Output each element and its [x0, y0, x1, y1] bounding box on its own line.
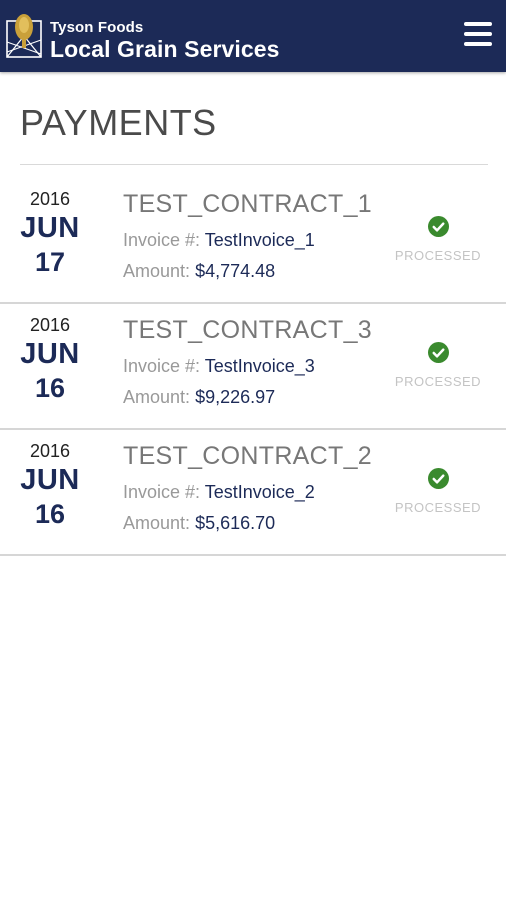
invoice-line: Invoice #: TestInvoice_2 — [123, 481, 372, 503]
status-label: PROCESSED — [394, 248, 482, 263]
payment-year: 2016 — [29, 315, 71, 335]
amount-line: Amount: $4,774.48 — [123, 260, 372, 282]
invoice-value: TestInvoice_2 — [204, 482, 315, 502]
payment-year: 2016 — [29, 189, 71, 209]
amount-label: Amount: — [123, 261, 191, 281]
amount-label: Amount: — [123, 513, 191, 533]
amount-value: $4,774.48 — [195, 261, 276, 281]
brand-name: Tyson Foods Local Grain Services — [50, 19, 280, 63]
payment-status: PROCESSED — [390, 216, 486, 263]
payment-row[interactable]: 2016 JUN 16 TEST_CONTRACT_2 Invoice #: T… — [0, 430, 506, 556]
contract-name: TEST_CONTRACT_3 — [123, 316, 372, 344]
amount-value: $9,226.97 — [195, 387, 276, 407]
payment-month: JUN — [20, 464, 80, 496]
contract-name: TEST_CONTRACT_1 — [123, 190, 372, 218]
invoice-label: Invoice #: — [123, 482, 201, 502]
status-label: PROCESSED — [394, 374, 482, 389]
brand-app-title: Local Grain Services — [50, 36, 280, 62]
check-circle-icon — [427, 216, 449, 237]
payment-date: 2016 JUN 17 — [0, 188, 100, 278]
brand-company: Tyson Foods — [50, 19, 144, 36]
page-title: PAYMENTS — [20, 102, 217, 143]
amount-line: Amount: $5,616.70 — [123, 512, 372, 534]
payment-day: 16 — [34, 499, 66, 529]
payment-month: JUN — [20, 338, 80, 370]
invoice-line: Invoice #: TestInvoice_1 — [123, 229, 372, 251]
invoice-label: Invoice #: — [123, 356, 201, 376]
invoice-label: Invoice #: — [123, 230, 201, 250]
payment-info: TEST_CONTRACT_3 Invoice #: TestInvoice_3… — [123, 314, 372, 408]
hamburger-menu-icon[interactable] — [464, 22, 492, 48]
app-header: Tyson Foods Local Grain Services — [0, 0, 506, 72]
app-root: Tyson Foods Local Grain Services PAYMENT… — [0, 0, 506, 900]
amount-value: $5,616.70 — [195, 513, 276, 533]
payment-day: 16 — [34, 373, 66, 403]
payment-month: JUN — [20, 212, 80, 244]
payment-list: 2016 JUN 17 TEST_CONTRACT_1 Invoice #: T… — [0, 178, 506, 556]
payment-year: 2016 — [29, 441, 71, 461]
payment-row[interactable]: 2016 JUN 17 TEST_CONTRACT_1 Invoice #: T… — [0, 178, 506, 304]
invoice-value: TestInvoice_3 — [204, 356, 315, 376]
payment-status: PROCESSED — [390, 468, 486, 515]
amount-line: Amount: $9,226.97 — [123, 386, 372, 408]
grain-logo-icon — [6, 14, 42, 58]
divider — [20, 164, 488, 165]
payment-row[interactable]: 2016 JUN 16 TEST_CONTRACT_3 Invoice #: T… — [0, 304, 506, 430]
payment-day: 17 — [34, 247, 66, 277]
contract-name: TEST_CONTRACT_2 — [123, 442, 372, 470]
check-circle-icon — [427, 468, 449, 489]
payment-info: TEST_CONTRACT_2 Invoice #: TestInvoice_2… — [123, 440, 372, 534]
status-label: PROCESSED — [394, 500, 482, 515]
payment-date: 2016 JUN 16 — [0, 440, 100, 530]
check-circle-icon — [427, 342, 449, 363]
payment-status: PROCESSED — [390, 342, 486, 389]
invoice-line: Invoice #: TestInvoice_3 — [123, 355, 372, 377]
payment-date: 2016 JUN 16 — [0, 314, 100, 404]
invoice-value: TestInvoice_1 — [204, 230, 315, 250]
amount-label: Amount: — [123, 387, 191, 407]
payment-info: TEST_CONTRACT_1 Invoice #: TestInvoice_1… — [123, 188, 372, 282]
